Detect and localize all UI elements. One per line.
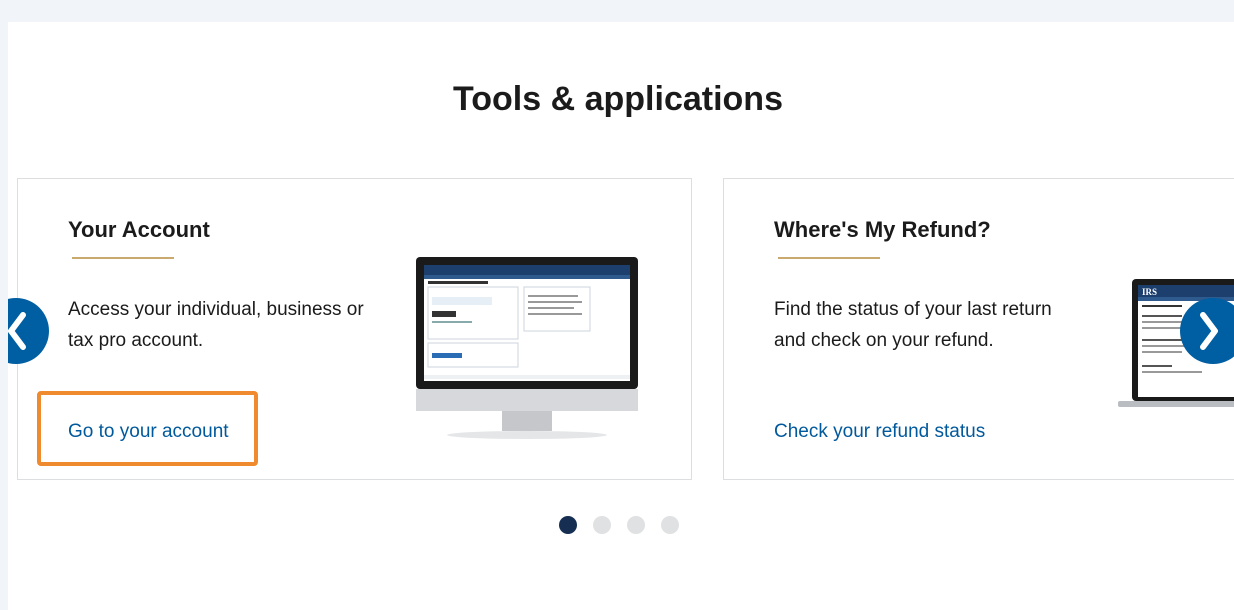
card-description: Find the status of your last return and … <box>774 299 1052 351</box>
monitor-illustration <box>416 257 638 439</box>
chevron-left-icon <box>8 312 26 350</box>
chevron-right-icon <box>1200 312 1218 350</box>
card-wheres-my-refund: Where's My Refund? Find the status of yo… <box>723 178 1234 480</box>
section-title: Tools & applications <box>453 80 783 118</box>
carousel-dot-1[interactable] <box>559 516 577 534</box>
card-title: Your Account <box>68 217 210 242</box>
tools-section: Tools & applications Your Account Access… <box>8 22 1234 610</box>
focus-highlight <box>37 391 258 466</box>
carousel-dot-2[interactable] <box>593 516 611 534</box>
svg-text:IRS: IRS <box>1142 287 1157 297</box>
card-title: Where's My Refund? <box>774 217 991 242</box>
card-description: Access your individual, business or tax … <box>68 299 364 351</box>
carousel-dot-4[interactable] <box>661 516 679 534</box>
carousel-dot-3[interactable] <box>627 516 645 534</box>
card-title-underline <box>778 257 880 259</box>
card-title-underline <box>72 257 174 259</box>
check-refund-status-link[interactable]: Check your refund status <box>774 421 985 443</box>
carousel-pagination <box>559 516 679 534</box>
